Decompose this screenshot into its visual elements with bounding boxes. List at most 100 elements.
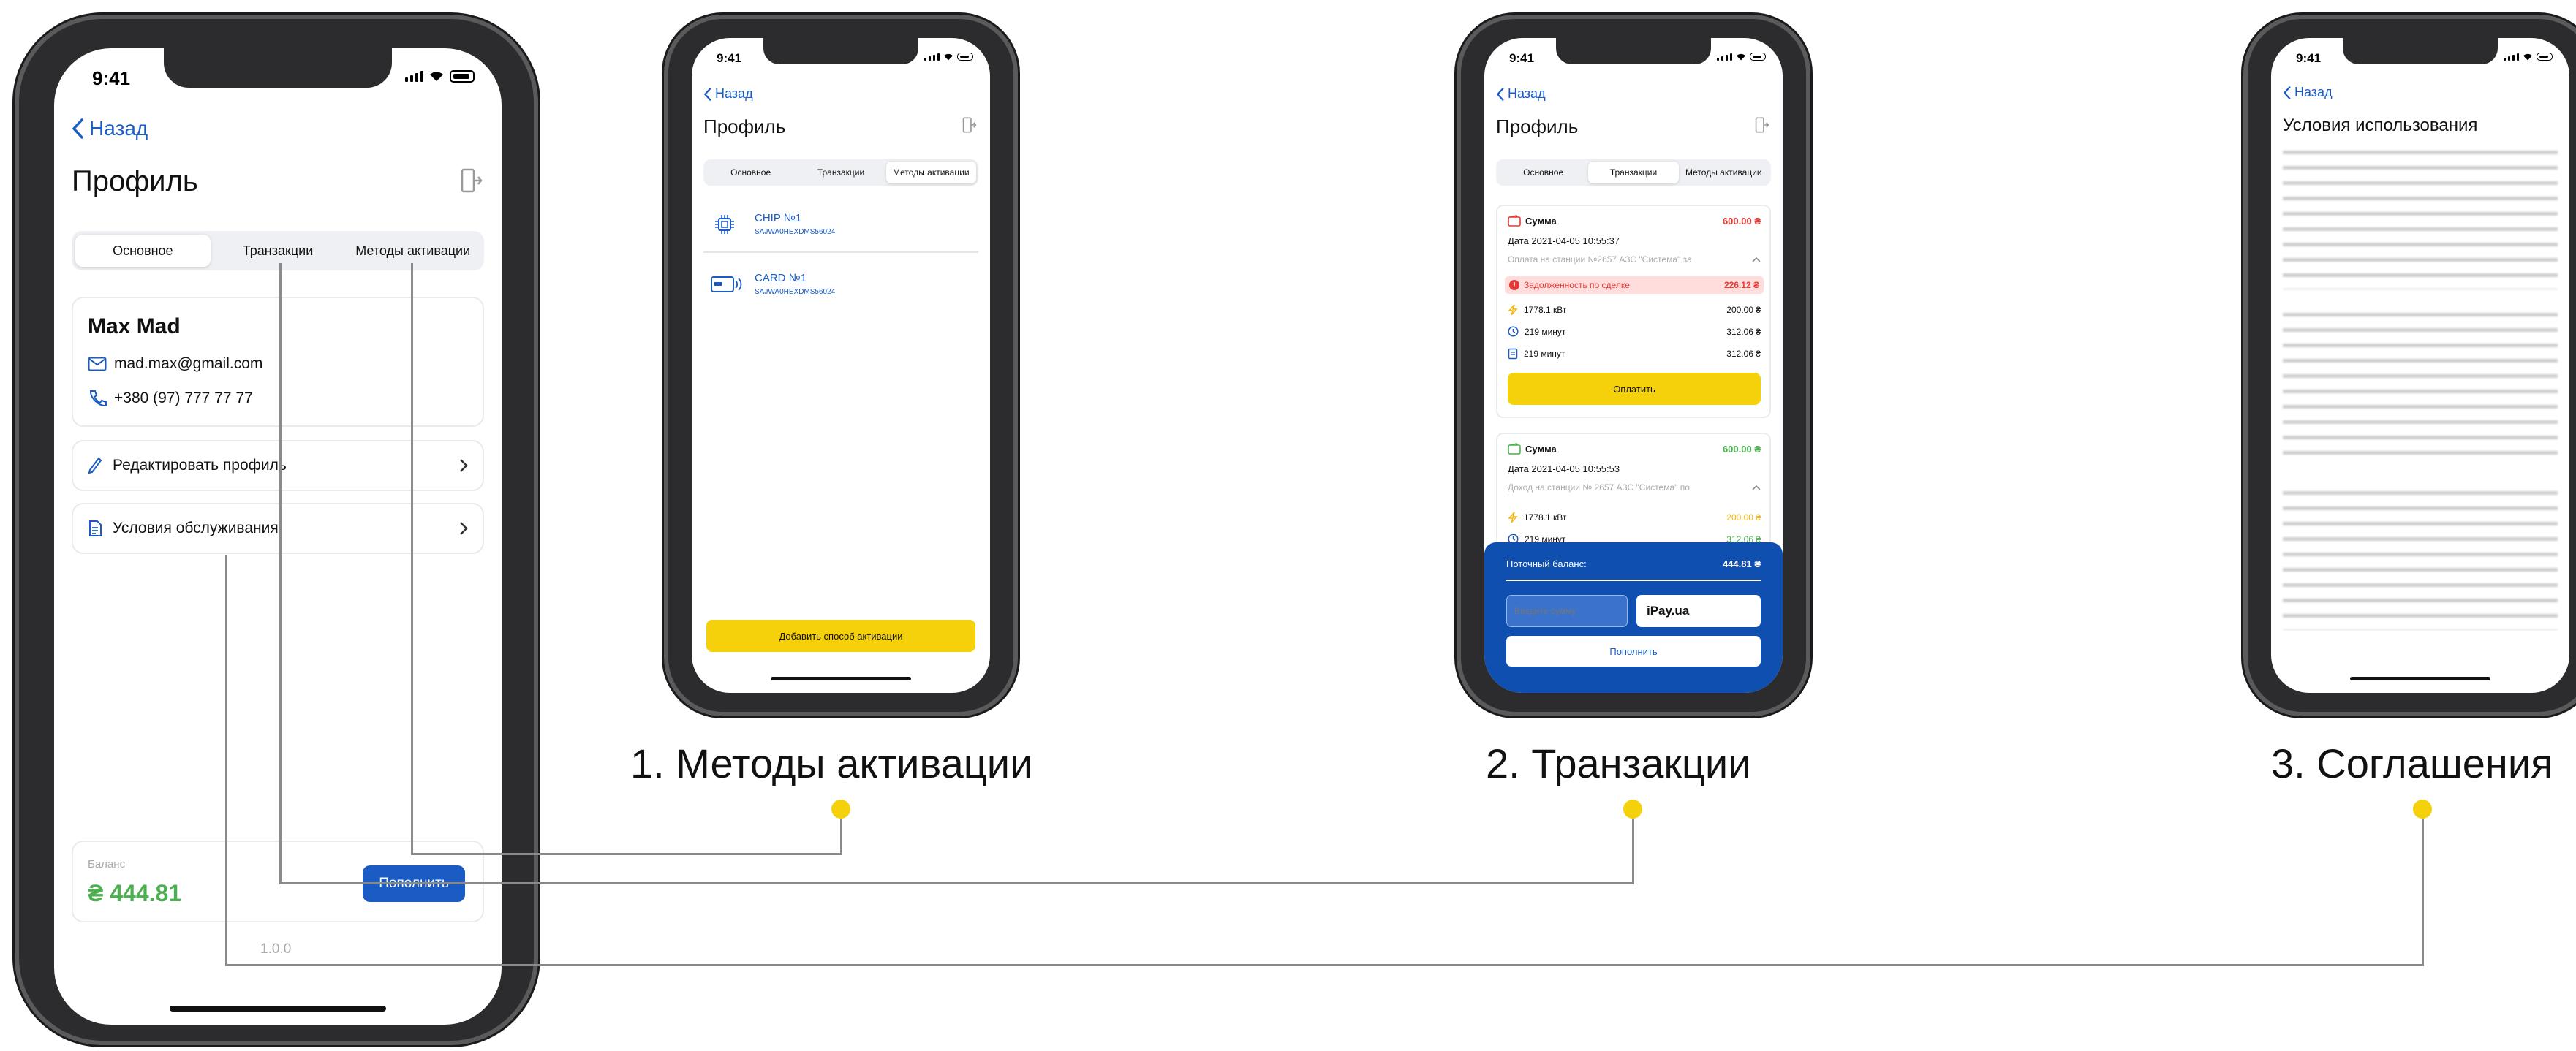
- caption-transactions: 2. Транзакции: [1486, 740, 1751, 786]
- method-code: SAJWA0HEXDMS56024: [755, 228, 836, 236]
- method-item[interactable]: CHIP №1 SAJWA0HEXDMS56024: [703, 208, 978, 253]
- detail-value: 200.00 ₴: [1726, 512, 1761, 523]
- tx-desc-row[interactable]: Оплата на станции №2657 АЗС "Система" за: [1508, 254, 1761, 265]
- profile-tabs: Основное Транзакции Методы активации: [72, 231, 484, 270]
- transaction-card: Сумма 600.00 ₴ Дата 2021-04-05 10:55:37 …: [1496, 205, 1771, 418]
- card-icon: [711, 276, 742, 292]
- page-title: Профиль: [72, 165, 198, 197]
- logout-icon[interactable]: [461, 168, 483, 193]
- chip-icon: [715, 215, 734, 234]
- menu-terms-label: Условия обслуживания: [113, 520, 279, 536]
- detail-label: 219 минут: [1524, 349, 1565, 359]
- debt-left: ! Задолженность по сделке: [1509, 280, 1630, 290]
- detail-left: 1778.1 кВт: [1508, 304, 1566, 316]
- page-title: Профиль: [703, 115, 786, 137]
- pencil-icon: [88, 457, 102, 474]
- tx-header: Сумма 600.00 ₴: [1508, 215, 1761, 227]
- terms-text-block: [2283, 313, 2558, 466]
- phone-icon: [89, 390, 107, 407]
- chevron-left-icon: [703, 87, 711, 101]
- tab-transactions[interactable]: Транзакции: [211, 235, 346, 267]
- status-icons: [924, 53, 973, 61]
- tx-date: Дата 2021-04-05 10:55:53: [1508, 463, 1620, 474]
- tx-detail-row: 219 минут 312.06 ₴: [1508, 326, 1761, 337]
- email-text: mad.max@gmail.com: [114, 355, 263, 372]
- app-version: 1.0.0: [260, 941, 292, 957]
- battery-icon: [2537, 53, 2553, 61]
- caption-terms: 3. Соглашения: [2271, 740, 2553, 786]
- back-button[interactable]: Назад: [72, 117, 148, 140]
- tab-activation-methods[interactable]: Методы активации: [1679, 162, 1769, 183]
- menu-terms[interactable]: Условия обслуживания: [72, 503, 484, 554]
- document-icon: [89, 520, 102, 536]
- back-button[interactable]: Назад: [703, 86, 753, 102]
- signal-icon: [405, 71, 423, 82]
- back-button[interactable]: Назад: [2283, 85, 2333, 100]
- logout-icon[interactable]: [962, 117, 977, 133]
- balance-label: Поточный баланс:: [1506, 558, 1587, 569]
- menu-edit-profile[interactable]: Редактировать профиль: [72, 440, 484, 491]
- wallet-icon: [1508, 443, 1521, 455]
- wifi-icon: [430, 72, 443, 81]
- topup-button[interactable]: Пополнить: [1506, 636, 1761, 667]
- tab-transactions[interactable]: Транзакции: [1588, 162, 1679, 183]
- signal-icon: [1717, 53, 1732, 61]
- back-button[interactable]: Назад: [1496, 86, 1546, 102]
- add-method-button[interactable]: Добавить способ активации: [706, 620, 975, 652]
- amount-input[interactable]: [1506, 595, 1628, 627]
- home-indicator: [771, 677, 911, 680]
- connector-line: [1632, 810, 1634, 884]
- battery-icon: [957, 53, 973, 61]
- terms-text-block: [2283, 491, 2558, 630]
- tx-desc-row[interactable]: Доход на станции № 2657 АЗС "Система" по: [1508, 482, 1761, 493]
- profile-tabs: Основное Транзакции Методы активации: [1496, 159, 1771, 186]
- tab-activation-methods[interactable]: Методы активации: [885, 162, 976, 183]
- logout-icon[interactable]: [1755, 117, 1769, 133]
- signal-icon: [924, 53, 940, 61]
- chevron-up-icon: [1752, 485, 1761, 490]
- tx-date: Дата 2021-04-05 10:55:37: [1508, 235, 1620, 246]
- connector-dot: [2413, 800, 2432, 819]
- method-code: SAJWA0HEXDMS56024: [755, 288, 836, 296]
- home-indicator: [170, 1006, 386, 1012]
- connector-line: [225, 964, 2424, 966]
- chevron-right-icon: [460, 459, 468, 472]
- pay-button[interactable]: Оплатить: [1508, 373, 1761, 405]
- clock-icon: [1508, 326, 1519, 337]
- wifi-icon: [2523, 53, 2532, 60]
- tx-label: Сумма: [1525, 443, 1557, 455]
- debt-label: Задолженность по сделке: [1524, 280, 1630, 290]
- connector-line: [279, 263, 282, 884]
- connector-line: [411, 263, 413, 855]
- tab-main[interactable]: Основное: [1498, 162, 1588, 183]
- payment-provider[interactable]: iPay.ua: [1636, 595, 1761, 627]
- debt-value: 226.12 ₴: [1723, 280, 1759, 290]
- tab-activation-methods[interactable]: Методы активации: [345, 235, 480, 267]
- method-item[interactable]: CARD №1 SAJWA0HEXDMS56024: [703, 268, 978, 313]
- tab-transactions[interactable]: Транзакции: [796, 162, 885, 183]
- chevron-left-icon: [72, 118, 83, 139]
- detail-value: 312.06 ₴: [1726, 349, 1761, 359]
- method-name: CHIP №1: [755, 212, 802, 224]
- tx-desc: Доход на станции № 2657 АЗС "Система" по: [1508, 482, 1690, 493]
- caption-methods: 1. Методы активации: [630, 740, 1033, 786]
- chevron-right-icon: [460, 522, 468, 535]
- status-time: 9:41: [2296, 51, 2322, 65]
- balance-panel: Поточный баланс: 444.81 ₴ iPay.ua Пополн…: [1484, 542, 1783, 693]
- profile-screen: 9:41 Назад Профиль Основное Транзакции М…: [54, 48, 502, 1025]
- terms-screen: 9:41 Назад Условия использования: [2271, 38, 2569, 693]
- notch: [2343, 38, 2498, 64]
- status-time: 9:41: [92, 67, 131, 89]
- connector-line: [2422, 810, 2424, 966]
- detail-label: 219 минут: [1525, 326, 1566, 337]
- detail-left: 219 минут: [1508, 326, 1565, 337]
- method-name: CARD №1: [755, 272, 807, 284]
- notch: [164, 48, 392, 88]
- tab-main[interactable]: Основное: [75, 235, 211, 267]
- signal-icon: [2504, 53, 2519, 61]
- balance-label: Баланс: [88, 858, 126, 870]
- tx-desc: Оплата на станции №2657 АЗС "Система" за: [1508, 254, 1692, 265]
- connector-line: [279, 882, 1634, 884]
- detail-label: 1778.1 кВт: [1524, 512, 1567, 523]
- tab-main[interactable]: Основное: [706, 162, 796, 183]
